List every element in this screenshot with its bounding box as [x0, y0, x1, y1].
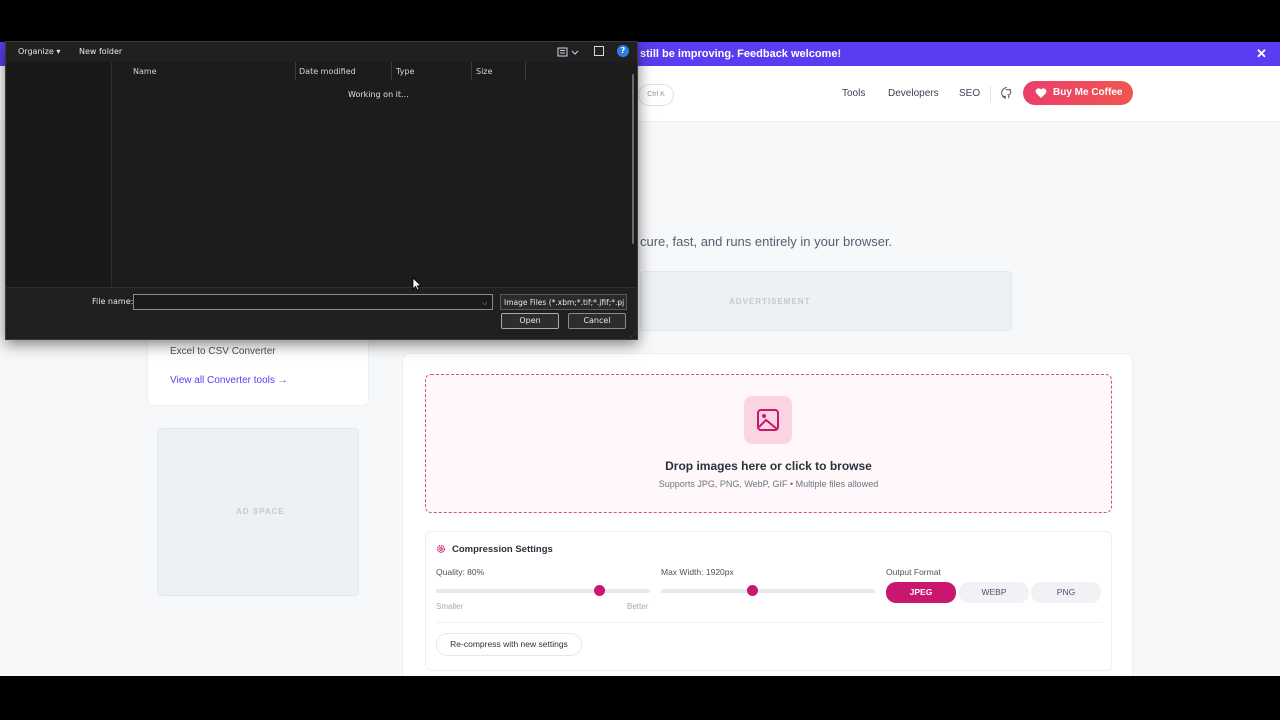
quality-slider[interactable] [436, 589, 650, 593]
open-button[interactable]: Open [501, 313, 559, 329]
max-width-slider-thumb[interactable] [747, 585, 758, 596]
column-separator[interactable] [525, 62, 526, 80]
github-icon[interactable] [1000, 86, 1014, 100]
divider [436, 622, 1102, 623]
format-webp-button[interactable]: WEBP [959, 582, 1029, 603]
format-png-button[interactable]: PNG [1031, 582, 1101, 603]
heart-icon [1035, 88, 1047, 98]
file-type-select[interactable]: Image Files (*.xbm;*.tif;*.jfif;*.pj ⌵ [500, 294, 627, 310]
search-shortcut[interactable]: Ctrl K [638, 84, 674, 106]
loading-status: Working on it... [348, 90, 409, 99]
recompress-button[interactable]: Re-compress with new settings [436, 633, 582, 656]
preview-pane-icon[interactable] [594, 46, 604, 56]
view-options-icon[interactable] [557, 46, 579, 58]
banner-text: still be improving. Feedback welcome! [640, 48, 842, 60]
max-width-label: Max Width: 1920px [661, 567, 734, 577]
compressor-card: Drop images here or click to browse Supp… [402, 353, 1133, 676]
nav-divider [990, 86, 991, 102]
nav-seo[interactable]: SEO [959, 88, 980, 99]
nav-developers[interactable]: Developers [888, 88, 939, 99]
organize-menu[interactable]: Organize ▾ [18, 47, 60, 56]
column-date-modified[interactable]: Date modified [299, 67, 356, 76]
max-width-slider[interactable] [661, 589, 875, 593]
column-name[interactable]: Name [133, 67, 157, 76]
view-all-converters-link[interactable]: View all Converter tools → [170, 375, 288, 386]
ad-space-side: AD SPACE [157, 428, 359, 596]
quality-min-label: Smaller [436, 602, 464, 611]
help-icon[interactable]: ? [617, 45, 629, 57]
sidebar-item-excel-to-csv[interactable]: Excel to CSV Converter [170, 346, 276, 357]
ad-label: ADVERTISEMENT [729, 297, 811, 306]
close-icon[interactable]: ✕ [1256, 46, 1267, 62]
gear-icon [437, 545, 445, 553]
dialog-footer: File name: ⌵ Image Files (*.xbm;*.tif;*.… [6, 287, 637, 339]
compression-settings: Compression Settings Quality: 80% Smalle… [425, 531, 1112, 671]
chevron-down-icon: ⌵ [616, 298, 622, 306]
dropzone-title: Drop images here or click to browse [665, 459, 872, 473]
screen: still be improving. Feedback welcome! ✕ … [0, 0, 1280, 720]
quality-max-label: Better [627, 602, 649, 611]
resize-grip-icon[interactable]: ⋰ [630, 331, 637, 339]
dialog-toolbar: Organize ▾ New folder ? [6, 42, 637, 62]
column-separator[interactable] [471, 62, 472, 80]
column-separator[interactable] [391, 62, 392, 80]
buy-me-coffee-label: Buy Me Coffee [1053, 87, 1123, 98]
nav-tools[interactable]: Tools [842, 88, 865, 99]
hero-tagline: cure, fast, and runs entirely in your br… [640, 234, 893, 249]
settings-title: Compression Settings [452, 544, 553, 555]
buy-me-coffee-button[interactable]: Buy Me Coffee [1023, 81, 1133, 105]
navigation-pane[interactable] [6, 62, 112, 287]
letterbox-bar [0, 676, 1280, 720]
file-name-input[interactable] [133, 294, 493, 310]
quality-slider-thumb[interactable] [594, 585, 605, 596]
file-type-value: Image Files (*.xbm;*.tif;*.jfif;*.pj [504, 298, 625, 307]
column-size[interactable]: Size [476, 67, 492, 76]
cancel-button[interactable]: Cancel [568, 313, 626, 329]
file-name-label: File name: [92, 297, 134, 306]
image-dropzone[interactable]: Drop images here or click to browse Supp… [425, 374, 1112, 513]
quality-label: Quality: 80% [436, 567, 485, 577]
dropzone-subtitle: Supports JPG, PNG, WebP, GIF • Multiple … [658, 479, 879, 489]
output-format-label: Output Format [886, 567, 941, 577]
column-separator[interactable] [295, 62, 296, 80]
column-type[interactable]: Type [396, 67, 414, 76]
ad-label: AD SPACE [236, 507, 285, 516]
image-icon [744, 396, 792, 444]
chevron-down-icon[interactable]: ⌵ [482, 299, 487, 308]
file-list-scrollbar[interactable] [632, 74, 634, 244]
format-jpeg-button[interactable]: JPEG [886, 582, 956, 603]
new-folder-button[interactable]: New folder [79, 47, 122, 56]
mouse-cursor-icon [412, 277, 422, 291]
ad-banner-top: ADVERTISEMENT [640, 271, 1012, 331]
file-open-dialog: Organize ▾ New folder ? Name Date modifi… [5, 41, 638, 340]
